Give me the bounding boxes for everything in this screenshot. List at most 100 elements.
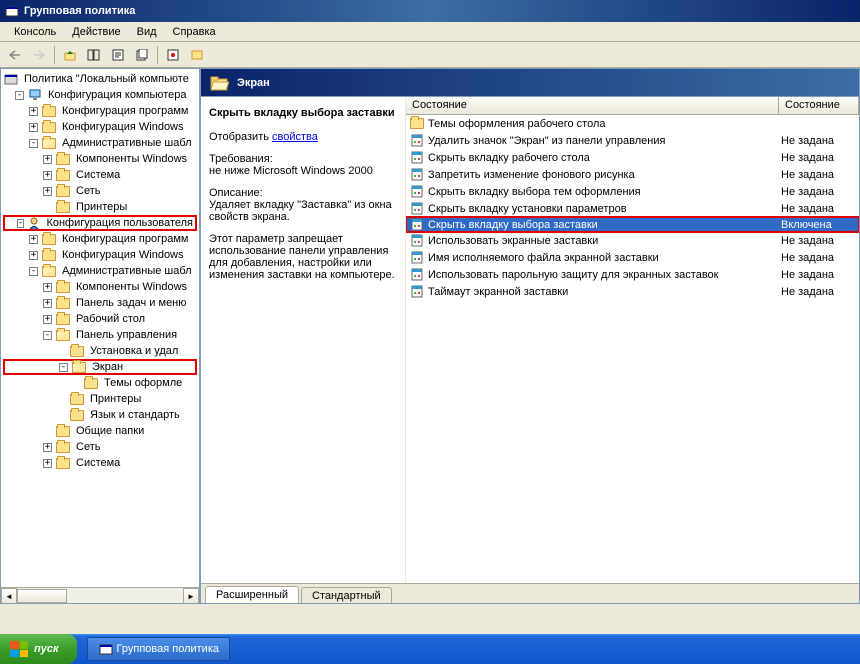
expand-icon[interactable]: +	[43, 459, 52, 468]
forward-button[interactable]	[28, 44, 50, 66]
tree-user-screen[interactable]: -Экран	[3, 359, 197, 375]
expand-icon[interactable]: +	[43, 443, 52, 452]
tree-user-prog[interactable]: +Конфигурация программ	[3, 231, 197, 247]
folder-icon	[55, 184, 71, 198]
tree-user-taskbar[interactable]: +Панель задач и меню	[3, 295, 197, 311]
tree-user-shared[interactable]: Общие папки	[3, 423, 197, 439]
tab-extended[interactable]: Расширенный	[205, 586, 299, 604]
setting-name: Использовать парольную защиту для экранн…	[428, 269, 781, 281]
expand-icon[interactable]: +	[43, 187, 52, 196]
settings-item[interactable]: Имя исполняемого файла экранной заставки…	[406, 249, 859, 266]
collapse-icon[interactable]: -	[29, 139, 38, 148]
setting-name: Таймаут экранной заставки	[428, 286, 781, 298]
scroll-right-icon[interactable]: ►	[183, 588, 199, 604]
folder-icon	[55, 296, 71, 310]
collapse-icon[interactable]: -	[43, 331, 52, 340]
folder-icon	[41, 136, 57, 150]
collapse-icon[interactable]: -	[15, 91, 24, 100]
column-name[interactable]: Состояние	[406, 97, 779, 114]
tree-comp-admin[interactable]: -Административные шабл	[3, 135, 197, 151]
collapse-icon[interactable]: -	[59, 363, 68, 372]
start-button[interactable]: пуск	[0, 634, 77, 664]
expand-icon[interactable]: +	[43, 155, 52, 164]
tree-user-printers[interactable]: Принтеры	[3, 391, 197, 407]
settings-item[interactable]: Удалить значок "Экран" из панели управле…	[406, 132, 859, 149]
tree-user-system[interactable]: +Система	[3, 455, 197, 471]
collapse-icon[interactable]: -	[29, 267, 38, 276]
setting-title: Скрыть вкладку выбора заставки	[209, 107, 397, 119]
settings-item[interactable]: Скрыть вкладку выбора тем оформленияНе з…	[406, 183, 859, 200]
setting-name: Скрыть вкладку рабочего стола	[428, 152, 781, 164]
setting-name: Скрыть вкладку установки параметров	[428, 203, 781, 215]
settings-item[interactable]: Скрыть вкладку установки параметровНе за…	[406, 200, 859, 217]
filter-button[interactable]	[186, 44, 208, 66]
tree-user-desktop[interactable]: +Рабочий стол	[3, 311, 197, 327]
tree-comp-wincomp[interactable]: +Компоненты Windows	[3, 151, 197, 167]
tree-comp-prog[interactable]: +Конфигурация программ	[3, 103, 197, 119]
folder-icon	[41, 248, 57, 262]
expand-icon[interactable]: +	[43, 171, 52, 180]
settings-item[interactable]: Использовать экранные заставкиНе задана	[406, 232, 859, 249]
menu-view[interactable]: Вид	[129, 24, 165, 40]
refresh-button[interactable]	[162, 44, 184, 66]
tree-comp-config[interactable]: - Конфигурация компьютера	[3, 87, 197, 103]
up-button[interactable]	[59, 44, 81, 66]
tree-user-comp[interactable]: +Компоненты Windows	[3, 279, 197, 295]
menu-help[interactable]: Справка	[165, 24, 224, 40]
tab-standard[interactable]: Стандартный	[301, 587, 392, 604]
column-state[interactable]: Состояние	[779, 97, 859, 114]
setting-state: Не задана	[781, 235, 856, 247]
window-title: Групповая политика	[24, 5, 135, 17]
expand-icon[interactable]: +	[29, 251, 38, 260]
properties-link[interactable]: свойства	[272, 131, 318, 143]
settings-item[interactable]: Скрыть вкладку рабочего столаНе задана	[406, 149, 859, 166]
tree-comp-win[interactable]: +Конфигурация Windows	[3, 119, 197, 135]
menu-console[interactable]: Консоль	[6, 24, 64, 40]
setting-name: Темы оформления рабочего стола	[428, 118, 781, 130]
scroll-thumb[interactable]	[17, 589, 67, 603]
tree-user-config[interactable]: - Конфигурация пользователя	[3, 215, 197, 231]
horizontal-scrollbar[interactable]: ◄ ►	[1, 587, 199, 603]
settings-item[interactable]: Таймаут экранной заставкиНе задана	[406, 283, 859, 300]
tree-comp-system[interactable]: +Система	[3, 167, 197, 183]
tree-root[interactable]: Политика "Локальный компьюте	[3, 71, 197, 87]
collapse-icon[interactable]: -	[17, 219, 24, 228]
show-hide-button[interactable]	[83, 44, 105, 66]
expand-icon[interactable]: +	[43, 315, 52, 324]
expand-icon[interactable]: +	[43, 283, 52, 292]
tree-user-win[interactable]: +Конфигурация Windows	[3, 247, 197, 263]
tree-user-cpanel[interactable]: -Панель управления	[3, 327, 197, 343]
folder-icon	[41, 104, 57, 118]
export-button[interactable]	[131, 44, 153, 66]
settings-item[interactable]: Использовать парольную защиту для экранн…	[406, 266, 859, 283]
settings-item[interactable]: Запретить изменение фонового рисункаНе з…	[406, 166, 859, 183]
tree-user-network[interactable]: +Сеть	[3, 439, 197, 455]
tree-user-themes[interactable]: Темы оформле	[3, 375, 197, 391]
policy-icon	[409, 218, 425, 232]
scroll-left-icon[interactable]: ◄	[1, 588, 17, 604]
expand-icon[interactable]: +	[43, 299, 52, 308]
policy-icon	[409, 134, 425, 148]
setting-state: Не задана	[781, 135, 856, 147]
folder-icon	[69, 408, 85, 422]
tree-comp-network[interactable]: +Сеть	[3, 183, 197, 199]
policy-icon	[409, 151, 425, 165]
settings-item[interactable]: Темы оформления рабочего стола	[406, 115, 859, 132]
folder-icon	[41, 120, 57, 134]
scroll-track[interactable]	[17, 588, 183, 603]
taskbar-item[interactable]: Групповая политика	[87, 637, 230, 661]
expand-icon[interactable]: +	[29, 123, 38, 132]
policy-icon	[409, 185, 425, 199]
user-icon	[27, 216, 41, 230]
tree-user-install[interactable]: Установка и удал	[3, 343, 197, 359]
expand-icon[interactable]: +	[29, 107, 38, 116]
tree-user-lang[interactable]: Язык и стандарть	[3, 407, 197, 423]
policy-icon	[409, 268, 425, 282]
tree-comp-printers[interactable]: Принтеры	[3, 199, 197, 215]
back-button[interactable]	[4, 44, 26, 66]
expand-icon[interactable]: +	[29, 235, 38, 244]
settings-item[interactable]: Скрыть вкладку выбора заставкиВключена	[406, 216, 859, 233]
properties-button[interactable]	[107, 44, 129, 66]
tree-user-admin[interactable]: -Административные шабл	[3, 263, 197, 279]
menu-action[interactable]: Действие	[64, 24, 128, 40]
